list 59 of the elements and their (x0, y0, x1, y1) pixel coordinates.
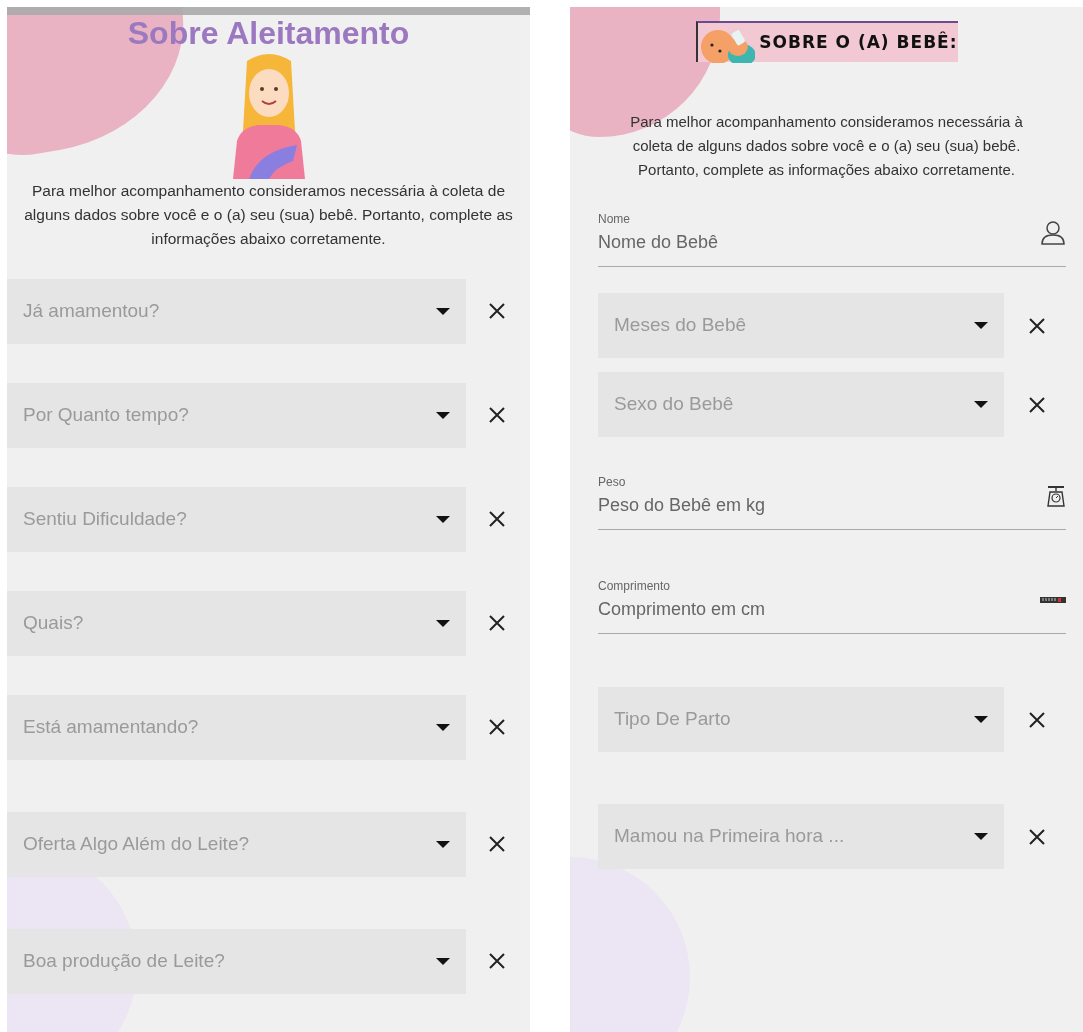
close-icon (1028, 395, 1046, 414)
dropdown-field[interactable]: Sexo do Bebê (598, 372, 1004, 437)
caret-icon (436, 619, 450, 627)
caret-icon (436, 957, 450, 965)
dropdown-field[interactable]: Tipo De Parto (598, 687, 1004, 752)
clear-button[interactable] (488, 718, 506, 737)
dropdown-field[interactable]: Meses do Bebê (598, 293, 1004, 358)
caret-icon (974, 833, 988, 840)
field-label: Nome (598, 211, 631, 228)
clear-button[interactable] (488, 406, 506, 425)
clear-button[interactable] (1028, 395, 1046, 414)
close-icon (1028, 710, 1046, 729)
close-icon (488, 718, 506, 737)
clear-button[interactable] (1028, 827, 1046, 846)
close-icon (488, 406, 506, 425)
caret-icon (974, 401, 988, 408)
field-placeholder: Comprimento em cm (598, 598, 766, 621)
close-icon (488, 614, 506, 633)
caret-icon (436, 840, 450, 848)
caret-icon (436, 723, 450, 731)
clear-button[interactable] (488, 302, 506, 321)
text-field[interactable]: Comprimento Comprimento em cm (598, 577, 1066, 634)
caret-icon (436, 515, 450, 523)
close-icon (488, 510, 506, 529)
dropdown-field[interactable]: Oferta Algo Além do Leite? (7, 811, 466, 877)
close-icon (488, 835, 506, 854)
dropdown-field[interactable]: Boa produção de Leite? (7, 928, 466, 994)
caret-icon (436, 411, 450, 419)
dropdown-field[interactable]: Já amamentou? (7, 278, 466, 344)
dropdown-field[interactable]: Por Quanto tempo? (7, 382, 466, 448)
dropdown-field[interactable]: Mamou na Primeira hora ... (598, 804, 1004, 869)
clear-button[interactable] (1028, 316, 1046, 335)
text-field[interactable]: Nome Nome do Bebê (598, 210, 1066, 267)
intro-text: Para melhor acompanhamento consideramos necessária à coleta de alguns dados sobre você e o (a) seu (sua) bebê. Portanto, complete as informações abaixo corretamente. (629, 112, 1024, 180)
screen-title: SOBRE O (A) BEBÊ: (759, 30, 958, 54)
person-icon (1040, 220, 1066, 246)
intro-text: Para melhor acompanhamento consideramos necessária à coleta de alguns dados sobre você e o (a) seu (sua) bebê. Portanto, complete as informações abaixo corretamente. (23, 180, 514, 249)
clear-button[interactable] (488, 835, 506, 854)
caret-icon (974, 716, 988, 723)
dropdown-field[interactable]: Está amamentando? (7, 694, 466, 760)
close-icon (1028, 316, 1046, 335)
caret-icon (436, 307, 450, 315)
close-icon (1028, 827, 1046, 846)
clear-button[interactable] (488, 952, 506, 971)
text-field[interactable]: Peso Peso do Bebê em kg (598, 473, 1066, 530)
field-placeholder: Nome do Bebê (598, 231, 719, 254)
close-icon (488, 302, 506, 321)
field-label: Peso (598, 474, 627, 491)
caret-icon (974, 322, 988, 329)
clear-button[interactable] (1028, 710, 1046, 729)
clear-button[interactable] (488, 510, 506, 529)
close-icon (488, 952, 506, 971)
dropdown-field[interactable]: Quais? (7, 590, 466, 656)
dropdown-field[interactable]: Sentiu Dificuldade? (7, 486, 466, 552)
clear-button[interactable] (488, 614, 506, 633)
ruler-icon (1040, 597, 1066, 603)
field-placeholder: Peso do Bebê em kg (598, 494, 766, 517)
kitchen-scale-icon (1046, 484, 1066, 508)
field-label: Comprimento (598, 578, 672, 595)
